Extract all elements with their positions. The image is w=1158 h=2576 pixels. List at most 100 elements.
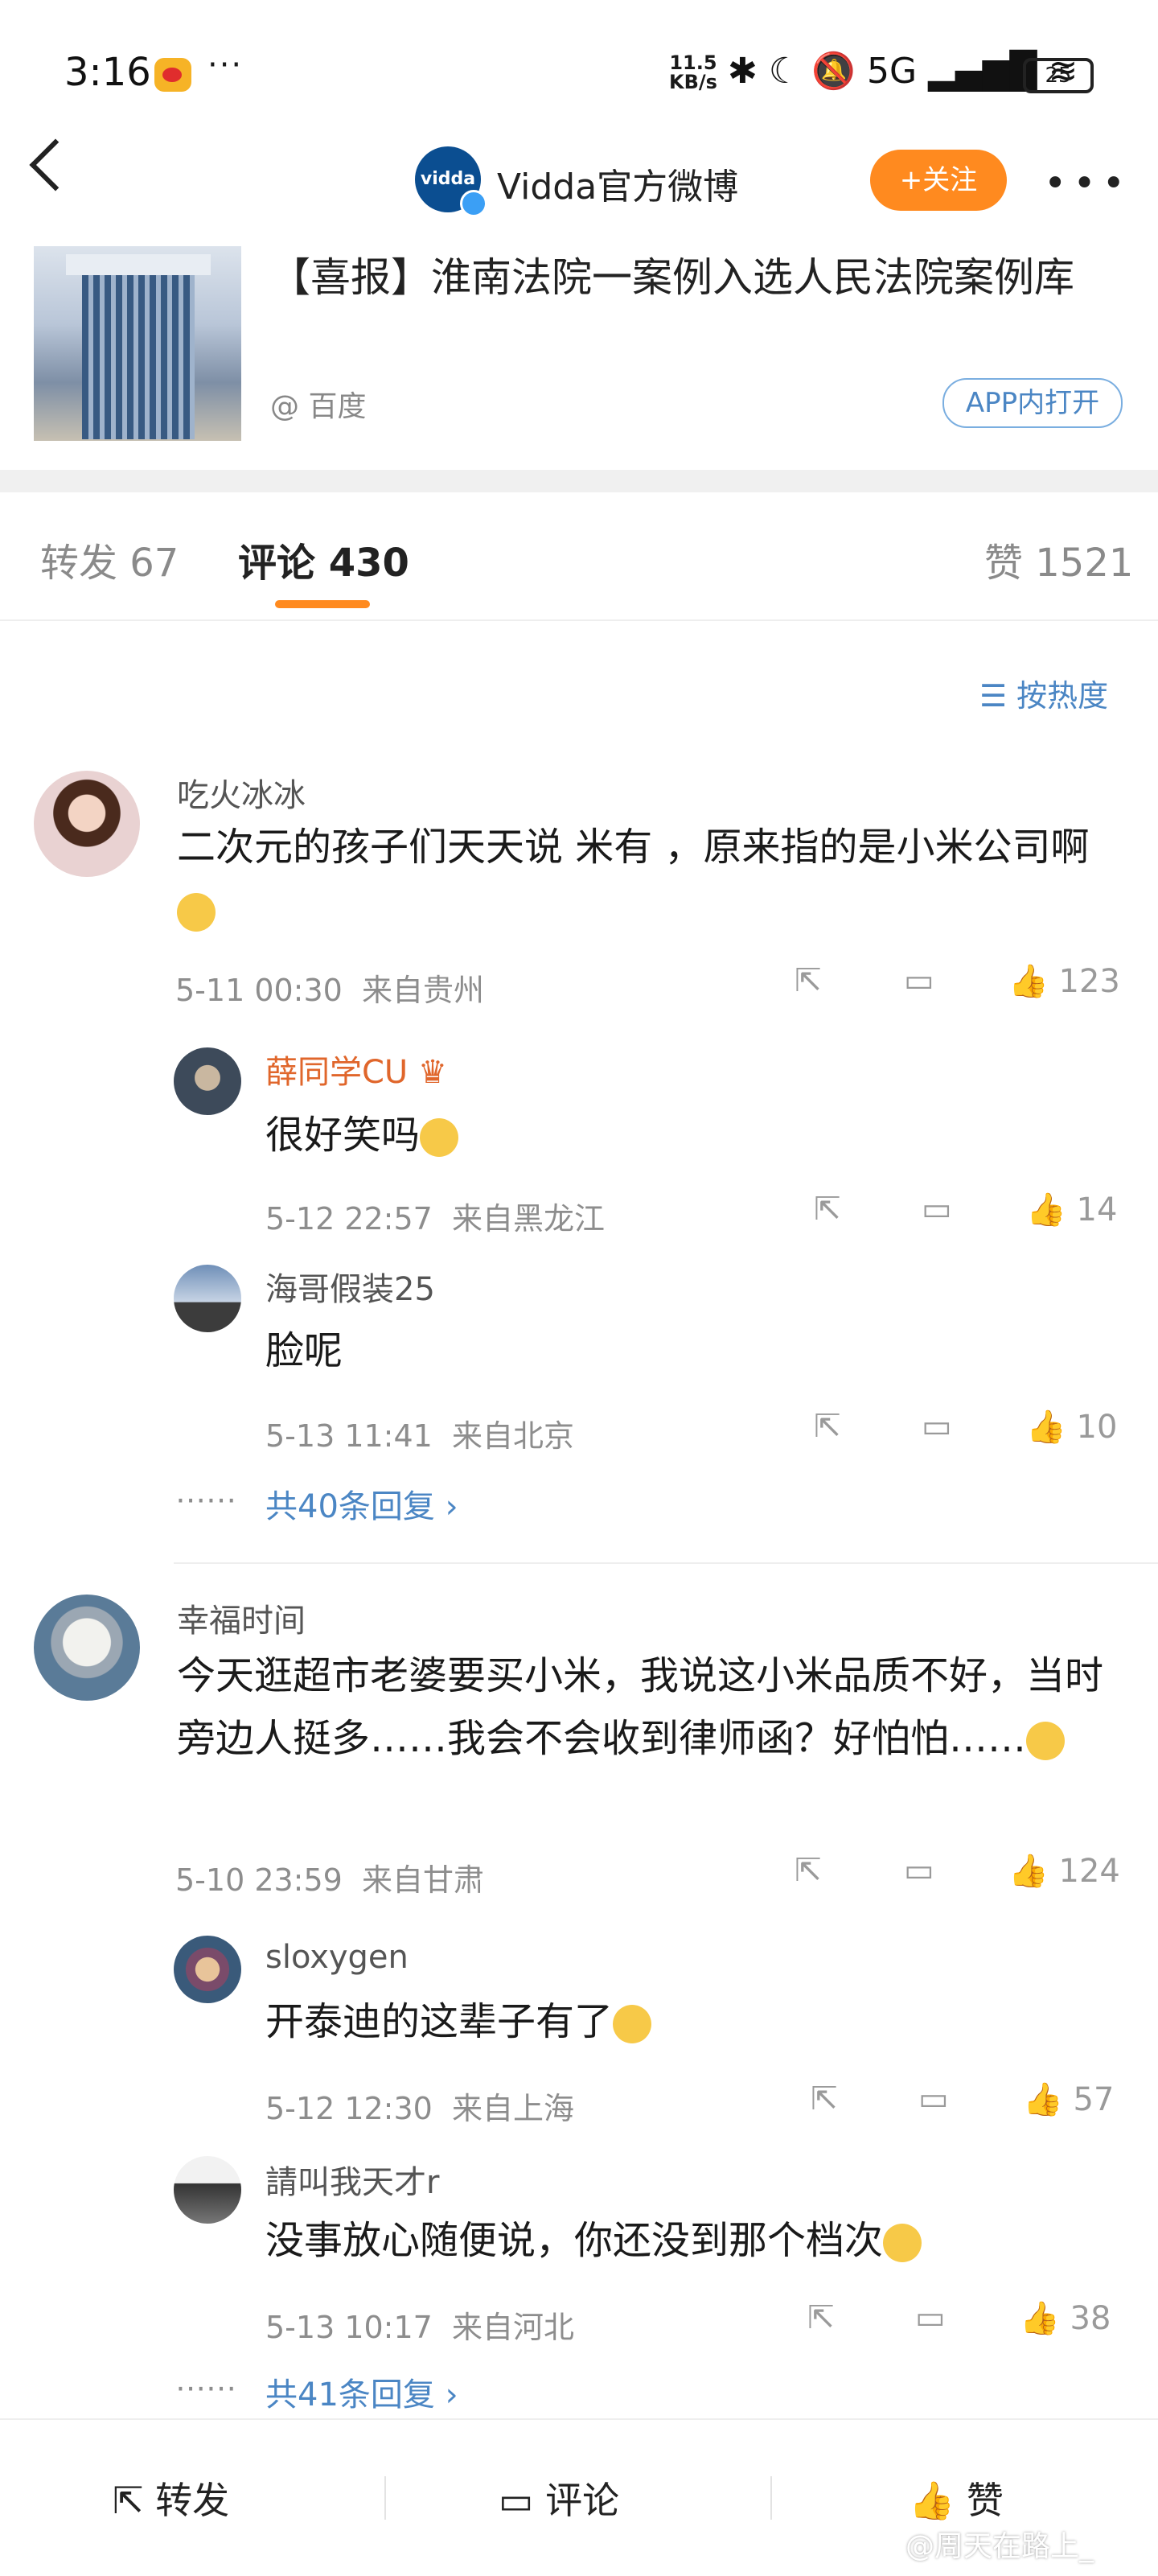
reply-meta: 5-12 22:57 来自黑龙江 xyxy=(265,1194,605,1238)
article-title[interactable]: 【喜报】淮南法院一案例入选人民法院案例库 xyxy=(270,245,1123,311)
reply-icon[interactable]: ▭ xyxy=(918,2080,949,2117)
sort-icon: ☰ xyxy=(979,678,1017,714)
like-button[interactable]: 👍 14 xyxy=(1026,1191,1117,1228)
share-icon[interactable]: ⇱ xyxy=(795,1852,822,1889)
laugh-cry-emoji-icon xyxy=(1026,1722,1066,1760)
comment-location: 来自贵州 xyxy=(362,973,485,1008)
comment-divider xyxy=(174,1562,1158,1564)
reply-text-content: 很好笑吗 xyxy=(265,1113,421,1158)
comment-time: 5-11 00:30 xyxy=(175,973,343,1008)
comment-label: 评论 xyxy=(545,2479,620,2522)
net-speed-unit: KB/s xyxy=(669,71,717,93)
comment-time: 5-10 23:59 xyxy=(175,1862,343,1898)
comment-meta: 5-10 23:59 来自甘肃 xyxy=(175,1855,484,1899)
tab-repost[interactable]: 转发 67 xyxy=(40,531,179,587)
reply-icon[interactable]: ▭ xyxy=(904,962,934,999)
sort-label: 按热度 xyxy=(1016,678,1109,714)
reply-username[interactable]: sloxygen xyxy=(265,1939,409,1976)
avatar[interactable] xyxy=(34,1595,140,1701)
reply-icon[interactable]: ▭ xyxy=(922,1191,952,1228)
more-options-icon[interactable]: ••• xyxy=(1044,161,1131,206)
share-icon[interactable]: ⇱ xyxy=(795,962,822,999)
comment-icon: ▭ xyxy=(499,2479,546,2522)
comment-button[interactable]: ▭ 评论 xyxy=(499,2471,619,2525)
reply-text: 脸呢 xyxy=(265,1328,343,1373)
like-count: 38 xyxy=(1070,2300,1111,2337)
comment-meta: 5-11 00:30 来自贵州 xyxy=(175,965,484,1010)
back-icon[interactable] xyxy=(29,138,82,191)
reply-username-text: 薛同学CU xyxy=(265,1054,409,1091)
avatar[interactable] xyxy=(174,1047,241,1115)
smile-emoji-icon xyxy=(420,1118,459,1157)
doge-emoji-icon xyxy=(177,893,216,932)
reply-location: 来自上海 xyxy=(452,2091,575,2126)
yum-emoji-icon xyxy=(883,2224,922,2262)
tab-likes[interactable]: 赞 1521 xyxy=(984,531,1133,587)
reply-time: 5-13 10:17 xyxy=(265,2310,433,2345)
active-tab-indicator xyxy=(275,600,370,608)
like-button[interactable]: 👍 38 xyxy=(1020,2299,1111,2337)
reply-icon[interactable]: ▭ xyxy=(915,2299,946,2336)
avatar[interactable] xyxy=(34,771,140,877)
verified-badge-icon xyxy=(460,190,487,217)
reply-text-content: 没事放心随便说，你还没到那个档次 xyxy=(265,2218,884,2263)
like-count: 10 xyxy=(1076,1409,1118,1446)
bottom-divider xyxy=(384,2476,386,2520)
section-divider xyxy=(0,470,1158,492)
thumb-up-icon: 👍 xyxy=(1008,1853,1059,1890)
article-thumbnail[interactable] xyxy=(34,246,241,441)
reply-text: 没事放心随便说，你还没到那个档次 xyxy=(265,2209,922,2272)
replies-ellipsis: ⋯⋯ xyxy=(175,1482,236,1517)
page-title[interactable]: Vidda官方微博 xyxy=(497,158,738,209)
open-in-app-button[interactable]: APP内打开 xyxy=(942,378,1123,428)
like-button[interactable]: 👍 124 xyxy=(1008,1852,1120,1890)
follow-button[interactable]: +关注 xyxy=(870,150,1007,211)
like-count: 123 xyxy=(1058,963,1120,1000)
like-button[interactable]: 👍 57 xyxy=(1023,2080,1114,2118)
reply-meta: 5-13 10:17 来自河北 xyxy=(265,2302,574,2347)
reply-location: 来自河北 xyxy=(452,2310,575,2345)
reply-meta: 5-13 11:41 来自北京 xyxy=(265,1411,574,1455)
tab-divider xyxy=(0,619,1158,621)
thumb-up-icon: 👍 xyxy=(909,2479,967,2522)
comment-username[interactable]: 吃火冰冰 xyxy=(177,769,306,816)
share-icon[interactable]: ⇱ xyxy=(807,2299,835,2336)
avatar[interactable] xyxy=(174,1936,241,2003)
comment-username[interactable]: 幸福时间 xyxy=(177,1595,306,1641)
like-post-button[interactable]: 👍 赞 xyxy=(909,2471,1004,2525)
reply-username[interactable]: 海哥假装25 xyxy=(265,1263,435,1310)
reply-location: 来自黑龙江 xyxy=(452,1201,606,1237)
reply-username[interactable]: 請叫我天才r xyxy=(265,2156,439,2203)
replies-ellipsis: ⋯⋯ xyxy=(175,2370,236,2405)
view-more-replies-link[interactable]: 共40条回复 › xyxy=(265,1480,458,1527)
bottom-divider xyxy=(770,2476,772,2520)
reply-time: 5-12 12:30 xyxy=(265,2091,433,2126)
tab-comments[interactable]: 评论 430 xyxy=(238,531,409,587)
like-count: 57 xyxy=(1073,2081,1115,2118)
doge-emoji-icon xyxy=(613,2005,652,2043)
repost-button[interactable]: ⇱ 转发 xyxy=(113,2471,229,2525)
like-button[interactable]: 👍 10 xyxy=(1026,1408,1117,1446)
reply-icon[interactable]: ▭ xyxy=(922,1408,952,1445)
avatar[interactable] xyxy=(174,2156,241,2224)
like-count: 14 xyxy=(1076,1191,1118,1228)
share-icon[interactable]: ⇱ xyxy=(811,2080,838,2117)
like-button[interactable]: 👍 123 xyxy=(1008,962,1120,1000)
comment-location: 来自甘肃 xyxy=(362,1862,485,1898)
status-more-icon: ··· xyxy=(207,47,244,84)
reply-text: 开泰迪的这辈子有了 xyxy=(265,1990,652,2053)
comment-text: 今天逛超市老婆要买小米，我说这小米品质不好，当时旁边人挺多……我会不会收到律师函… xyxy=(177,1644,1126,1770)
thumb-up-icon: 👍 xyxy=(1023,2081,1074,2118)
crown-icon: ♛ xyxy=(417,1054,447,1091)
reply-location: 来自北京 xyxy=(452,1418,575,1454)
net-speed-value: 11.5 xyxy=(669,51,717,74)
net-speed: 11.5 KB/s xyxy=(669,53,717,92)
reply-icon[interactable]: ▭ xyxy=(904,1852,934,1889)
sort-button[interactable]: ☰ 按热度 xyxy=(979,671,1108,715)
article-source: @ 百度 xyxy=(270,390,367,423)
view-more-replies-link[interactable]: 共41条回复 › xyxy=(265,2368,458,2415)
avatar[interactable] xyxy=(174,1265,241,1332)
reply-username[interactable]: 薛同学CU ♛ xyxy=(265,1046,447,1093)
share-icon[interactable]: ⇱ xyxy=(814,1191,841,1228)
share-icon[interactable]: ⇱ xyxy=(814,1408,841,1445)
